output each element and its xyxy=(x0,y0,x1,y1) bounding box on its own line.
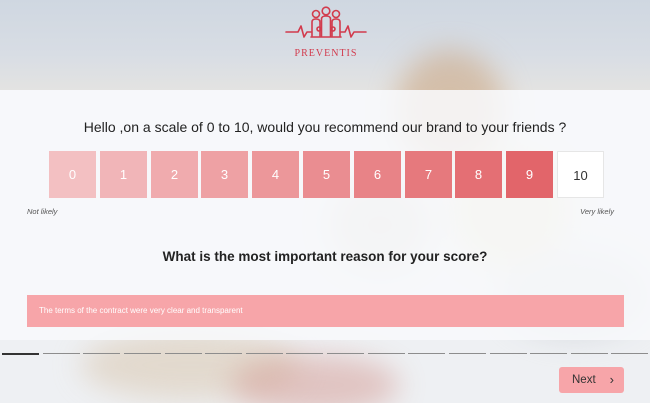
progress-segment xyxy=(246,353,283,354)
scale-option-0[interactable]: 0 xyxy=(49,151,96,198)
progress-segment xyxy=(205,353,242,354)
progress-segment xyxy=(165,353,202,354)
progress-segment xyxy=(408,353,445,354)
reason-answer-field[interactable]: The terms of the contract were very clea… xyxy=(27,295,624,327)
scale-option-2[interactable]: 2 xyxy=(151,151,198,198)
scale-option-8[interactable]: 8 xyxy=(455,151,502,198)
next-button[interactable]: Next › xyxy=(559,367,624,393)
family-heartbeat-icon xyxy=(285,6,367,38)
scale-label-max: Very likely xyxy=(580,207,614,216)
question-recommend: Hello ,on a scale of 0 to 10, would you … xyxy=(83,119,567,135)
scale-option-4[interactable]: 4 xyxy=(252,151,299,198)
brand-logo: PREVENTIS xyxy=(284,6,368,64)
progress-segment xyxy=(286,353,323,354)
progress-segment xyxy=(490,353,527,354)
progress-segment xyxy=(449,353,486,354)
scale-option-5[interactable]: 5 xyxy=(303,151,350,198)
progress-segment xyxy=(530,353,567,354)
chevron-right-icon: › xyxy=(609,372,614,387)
scale-option-9[interactable]: 9 xyxy=(506,151,553,198)
scale-option-7[interactable]: 7 xyxy=(405,151,452,198)
progress-segment xyxy=(327,353,364,354)
scale-label-min: Not likely xyxy=(27,207,58,216)
brand-name: PREVENTIS xyxy=(294,48,358,59)
progress-segment xyxy=(368,353,405,354)
progress-segment xyxy=(83,353,120,354)
progress-segment xyxy=(2,353,39,355)
progress-segment xyxy=(124,353,161,354)
scale-option-6[interactable]: 6 xyxy=(354,151,401,198)
next-button-label: Next xyxy=(572,374,596,386)
scale-option-3[interactable]: 3 xyxy=(201,151,248,198)
progress-segment xyxy=(611,353,648,354)
scale-option-10[interactable]: 10 xyxy=(557,151,604,198)
scale-option-1[interactable]: 1 xyxy=(100,151,147,198)
progress-bar xyxy=(0,353,650,355)
question-reason: What is the most important reason for yo… xyxy=(162,249,488,264)
progress-segment xyxy=(571,353,608,354)
progress-segment xyxy=(43,353,80,354)
